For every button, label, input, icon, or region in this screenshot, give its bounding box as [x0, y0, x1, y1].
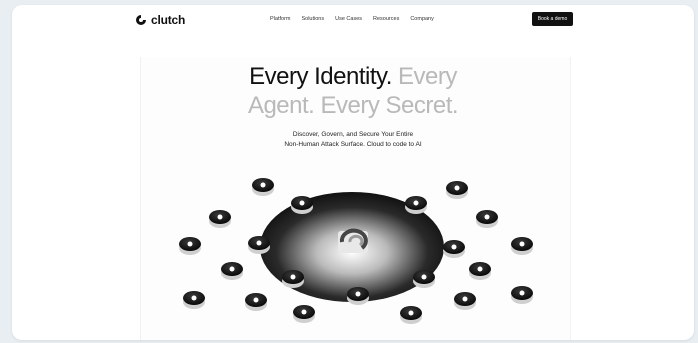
moon-icon: [252, 178, 274, 196]
home-icon: [469, 262, 491, 280]
identity-visualization: [179, 178, 533, 324]
nav-link-solutions[interactable]: Solutions: [301, 16, 324, 22]
stack-icon: [476, 210, 498, 228]
link-icon: [347, 287, 369, 305]
moon-icon: [413, 270, 435, 288]
page-card: clutch Platform Solutions Use Cases Reso…: [12, 5, 694, 340]
target-icon: [209, 210, 231, 228]
circle-icon: [245, 293, 267, 311]
hero-title-light: Every: [398, 63, 457, 90]
center-logo-icon: [338, 228, 368, 253]
top-navigation: clutch Platform Solutions Use Cases Reso…: [12, 5, 694, 35]
shield-icon: [454, 292, 476, 310]
hero-title-dark: Every Identity.: [249, 63, 392, 90]
nav-link-resources[interactable]: Resources: [373, 16, 399, 22]
nav-link-company[interactable]: Company: [410, 16, 434, 22]
clutch-logo-icon: [136, 15, 146, 25]
chart-icon: [443, 240, 465, 258]
upload-icon: [511, 237, 533, 255]
nav-link-use-cases[interactable]: Use Cases: [335, 16, 362, 22]
cube-icon: [291, 196, 313, 214]
leaf-icon: [446, 181, 468, 199]
square-icon: [221, 262, 243, 280]
coin-icon: [183, 291, 205, 309]
refresh-icon: [400, 306, 422, 324]
hero-title-line-2: Agent. Every Secret.: [247, 92, 459, 119]
book-demo-button[interactable]: Book a demo: [532, 12, 573, 26]
network-icon: [179, 237, 201, 255]
nav-links: Platform Solutions Use Cases Resources C…: [270, 16, 434, 22]
hero-subtitle-line-1: Discover, Govern, and Secure Your Entire: [292, 131, 414, 138]
settings-icon: [248, 236, 270, 254]
hero-subtitle-line-2: Non-Human Attack Surface. Cloud to code …: [284, 141, 422, 148]
cloud-icon: [511, 286, 533, 304]
brand-name: clutch: [151, 13, 186, 27]
nav-link-platform[interactable]: Platform: [270, 16, 290, 22]
brand-logo[interactable]: clutch: [135, 13, 185, 27]
gear-icon: [405, 196, 427, 214]
hero-title-line-1: Every Identity. Every: [12, 63, 694, 91]
tag-icon: [293, 305, 315, 323]
key-icon: [282, 270, 304, 288]
